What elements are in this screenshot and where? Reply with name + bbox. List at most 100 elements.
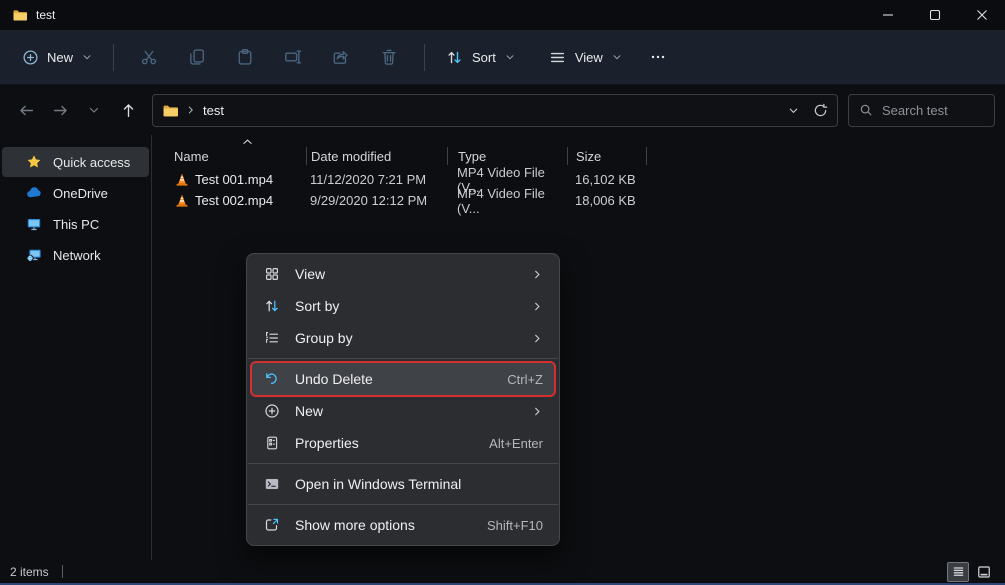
paste-icon: [236, 48, 254, 66]
toolbar-separator: [424, 44, 425, 71]
sort-button-label: Sort: [472, 50, 496, 65]
breadcrumb[interactable]: test: [203, 103, 224, 118]
group-list-icon: [264, 330, 280, 346]
cloud-icon: [26, 185, 42, 201]
window-title: test: [36, 8, 55, 22]
recent-locations-button[interactable]: [78, 94, 110, 126]
column-header-size[interactable]: Size: [568, 149, 646, 164]
menu-separator: [248, 358, 558, 359]
menu-item-label: Show more options: [295, 517, 472, 533]
column-headers: Name Date modified Type Size: [174, 143, 1005, 169]
copy-icon: [188, 48, 206, 66]
minimize-icon: [882, 9, 894, 21]
view-toggles: [947, 562, 995, 582]
items-count: 2 items: [10, 565, 49, 579]
grid-icon: [264, 266, 280, 282]
thumbnail-view-icon: [977, 565, 991, 579]
file-type: MP4 Video File (V...: [447, 186, 567, 216]
rename-icon: [284, 48, 302, 66]
sort-icon: [446, 49, 463, 66]
refresh-icon[interactable]: [813, 103, 828, 118]
view-button[interactable]: View: [539, 41, 632, 74]
menu-separator: [248, 504, 558, 505]
close-icon: [976, 9, 988, 21]
column-header-name[interactable]: Name: [174, 149, 306, 164]
scissors-icon: [140, 48, 158, 66]
address-bar[interactable]: test: [152, 94, 838, 127]
file-date-modified: 11/12/2020 7:21 PM: [306, 172, 447, 187]
sidebar-item-this-pc[interactable]: This PC: [2, 209, 149, 239]
chevron-right-icon: [186, 105, 196, 115]
up-button[interactable]: [112, 94, 144, 126]
sidebar-item-label: Quick access: [53, 155, 130, 170]
command-toolbar: New Sort View: [0, 30, 1005, 85]
back-button[interactable]: [10, 94, 42, 126]
title-bar: test: [0, 0, 1005, 30]
properties-icon: [264, 435, 280, 451]
menu-item-undo-delete[interactable]: Undo Delete Ctrl+Z: [252, 363, 554, 395]
forward-button[interactable]: [44, 94, 76, 126]
menu-item-label: Group by: [295, 330, 517, 346]
sort-ascending-caret-icon: [242, 138, 253, 146]
sidebar-item-quick-access[interactable]: Quick access: [2, 147, 149, 177]
paste-button[interactable]: [221, 38, 269, 76]
menu-item-open-in-windows-terminal[interactable]: Open in Windows Terminal: [252, 468, 554, 500]
menu-item-shortcut: Alt+Enter: [489, 436, 543, 451]
chevron-down-icon[interactable]: [788, 105, 799, 116]
sidebar-item-label: Network: [53, 248, 101, 263]
column-header-date-modified[interactable]: Date modified: [307, 149, 447, 164]
sort-icon: [264, 298, 280, 314]
menu-item-new[interactable]: New: [252, 395, 554, 427]
details-view-button[interactable]: [947, 562, 969, 582]
menu-item-group-by[interactable]: Group by: [252, 322, 554, 354]
chevron-down-icon: [505, 52, 515, 62]
see-more-button[interactable]: [638, 38, 678, 76]
column-divider[interactable]: [646, 147, 647, 165]
copy-button[interactable]: [173, 38, 221, 76]
arrow-up-icon: [120, 102, 137, 119]
share-button[interactable]: [317, 38, 365, 76]
sidebar-item-network[interactable]: Network: [2, 240, 149, 270]
menu-item-sort-by[interactable]: Sort by: [252, 290, 554, 322]
minimize-button[interactable]: [864, 0, 911, 30]
menu-item-label: Sort by: [295, 298, 517, 314]
maximize-button[interactable]: [911, 0, 958, 30]
new-button[interactable]: New: [12, 41, 102, 74]
cut-button[interactable]: [125, 38, 173, 76]
network-icon: [26, 247, 42, 263]
star-icon: [26, 154, 42, 170]
thumbnail-view-button[interactable]: [973, 562, 995, 582]
delete-button[interactable]: [365, 38, 413, 76]
close-button[interactable]: [958, 0, 1005, 30]
search-input[interactable]: [882, 103, 984, 118]
maximize-icon: [929, 9, 941, 21]
menu-item-label: New: [295, 403, 517, 419]
toolbar-separator: [113, 44, 114, 71]
details-view-icon: [952, 565, 965, 578]
sidebar-item-onedrive[interactable]: OneDrive: [2, 178, 149, 208]
menu-item-view[interactable]: View: [252, 258, 554, 290]
file-name[interactable]: Test 001.mp4: [195, 172, 273, 187]
file-row[interactable]: Test 002.mp4 9/29/2020 12:12 PM MP4 Vide…: [174, 190, 1005, 211]
menu-item-show-more-options[interactable]: Show more options Shift+F10: [252, 509, 554, 541]
rename-button[interactable]: [269, 38, 317, 76]
ellipsis-icon: [650, 49, 666, 65]
status-divider: [62, 565, 63, 578]
folder-icon: [162, 102, 179, 119]
chevron-right-icon: [532, 333, 543, 344]
file-row[interactable]: Test 001.mp4 11/12/2020 7:21 PM MP4 Vide…: [174, 169, 1005, 190]
menu-item-label: Properties: [295, 435, 474, 451]
plus-circle-icon: [22, 49, 38, 66]
menu-item-shortcut: Shift+F10: [487, 518, 543, 533]
sort-button[interactable]: Sort: [436, 41, 525, 74]
file-date-modified: 9/29/2020 12:12 PM: [306, 193, 447, 208]
column-header-type[interactable]: Type: [448, 149, 567, 164]
navigation-bar: test: [0, 85, 1005, 135]
file-name[interactable]: Test 002.mp4: [195, 193, 273, 208]
undo-icon: [264, 371, 280, 387]
chevron-down-icon: [88, 104, 100, 116]
status-bar: 2 items: [0, 560, 1005, 583]
window-controls: [864, 0, 1005, 30]
search-box[interactable]: [848, 94, 995, 127]
menu-item-properties[interactable]: Properties Alt+Enter: [252, 427, 554, 459]
